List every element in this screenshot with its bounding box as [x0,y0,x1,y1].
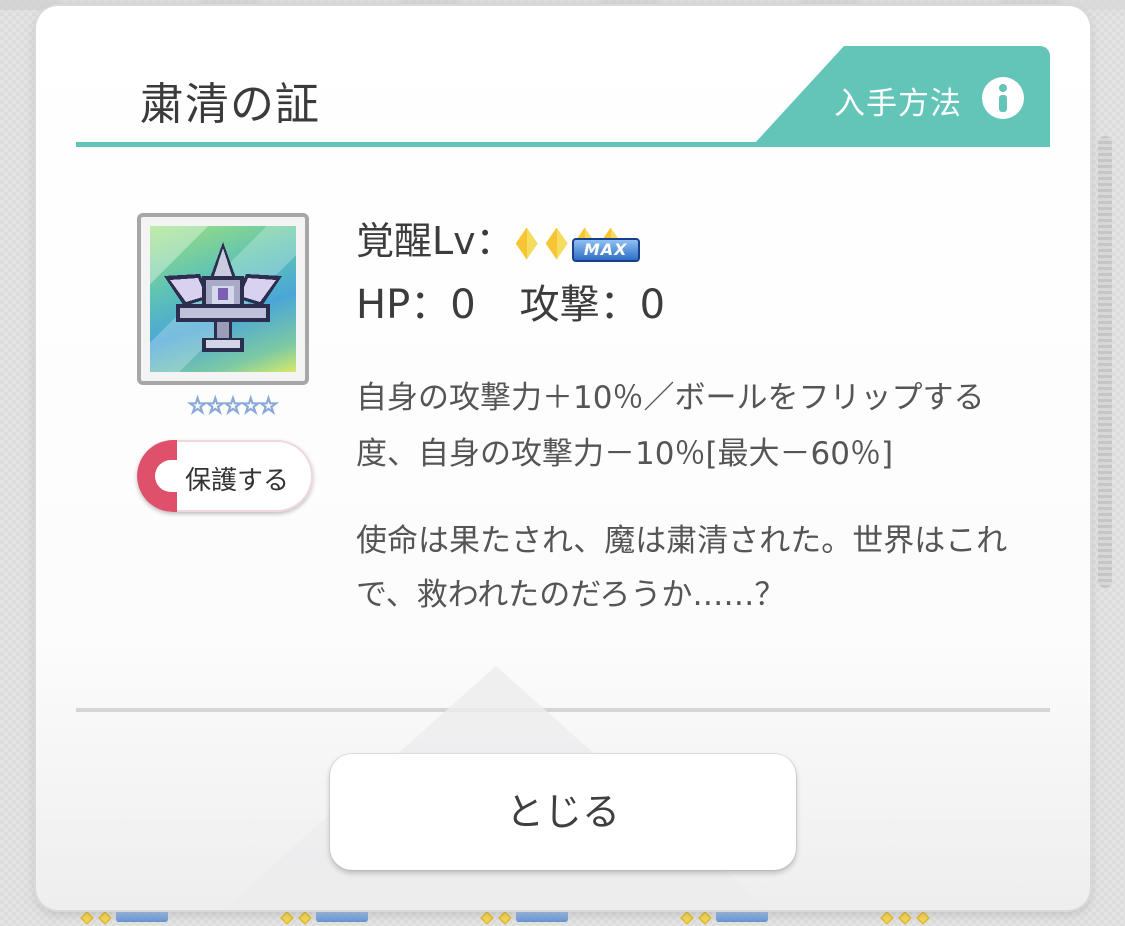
item-icon-frame [137,213,309,385]
obtain-method-button[interactable]: 入手方法 [754,46,1050,144]
footer-divider [76,708,1050,712]
item-name-title: 粛清の証 [140,79,320,130]
header-divider [76,142,1050,147]
hp-stat: HP：0 [356,282,476,328]
awaken-gem-icon [545,227,568,260]
skill-description: 自身の攻撃力＋10％／ボールをフリップする度、自身の攻撃力－10％[最大－60％… [356,380,985,472]
background-scrollbar[interactable] [1098,136,1112,588]
lock-toggle-icon [137,440,177,512]
info-icon [982,77,1024,119]
item-detail-dialog: 粛清の証 入手方法 ☆☆☆☆☆ 保護する 覚醒Lv： MAX HP：0 攻撃：0… [36,6,1090,910]
background-awaken-badge [280,910,410,925]
background-awaken-badge [680,910,810,925]
awaken-level-line: 覚醒Lv： MAX [356,210,646,265]
attack-stat: 攻撃：0 [519,282,666,328]
close-button[interactable]: とじる [330,754,796,870]
item-artwork [150,226,296,372]
stats-line: HP：0 攻撃：0 [356,272,665,330]
close-label: とじる [505,790,620,834]
background-awaken-badge [80,910,210,925]
rarity-stars: ☆☆☆☆☆ [187,393,279,420]
awaken-gem-icon [515,227,538,260]
awaken-level-label: 覚醒Lv： [356,219,514,263]
background-awaken-badge [480,910,610,925]
obtain-method-label: 入手方法 [834,86,962,122]
flavor-text: 使命は果たされ、魔は粛清された。世界はこれで、救われたのだろうか……？ [356,523,1008,613]
protect-toggle-button[interactable]: 保護する [137,440,313,512]
protect-label: 保護する [185,466,290,496]
chalice-emblem-icon [164,242,282,352]
max-badge: MAX [571,237,640,262]
awaken-gems: MAX [515,224,646,264]
background-awaken-badge [880,910,1010,925]
